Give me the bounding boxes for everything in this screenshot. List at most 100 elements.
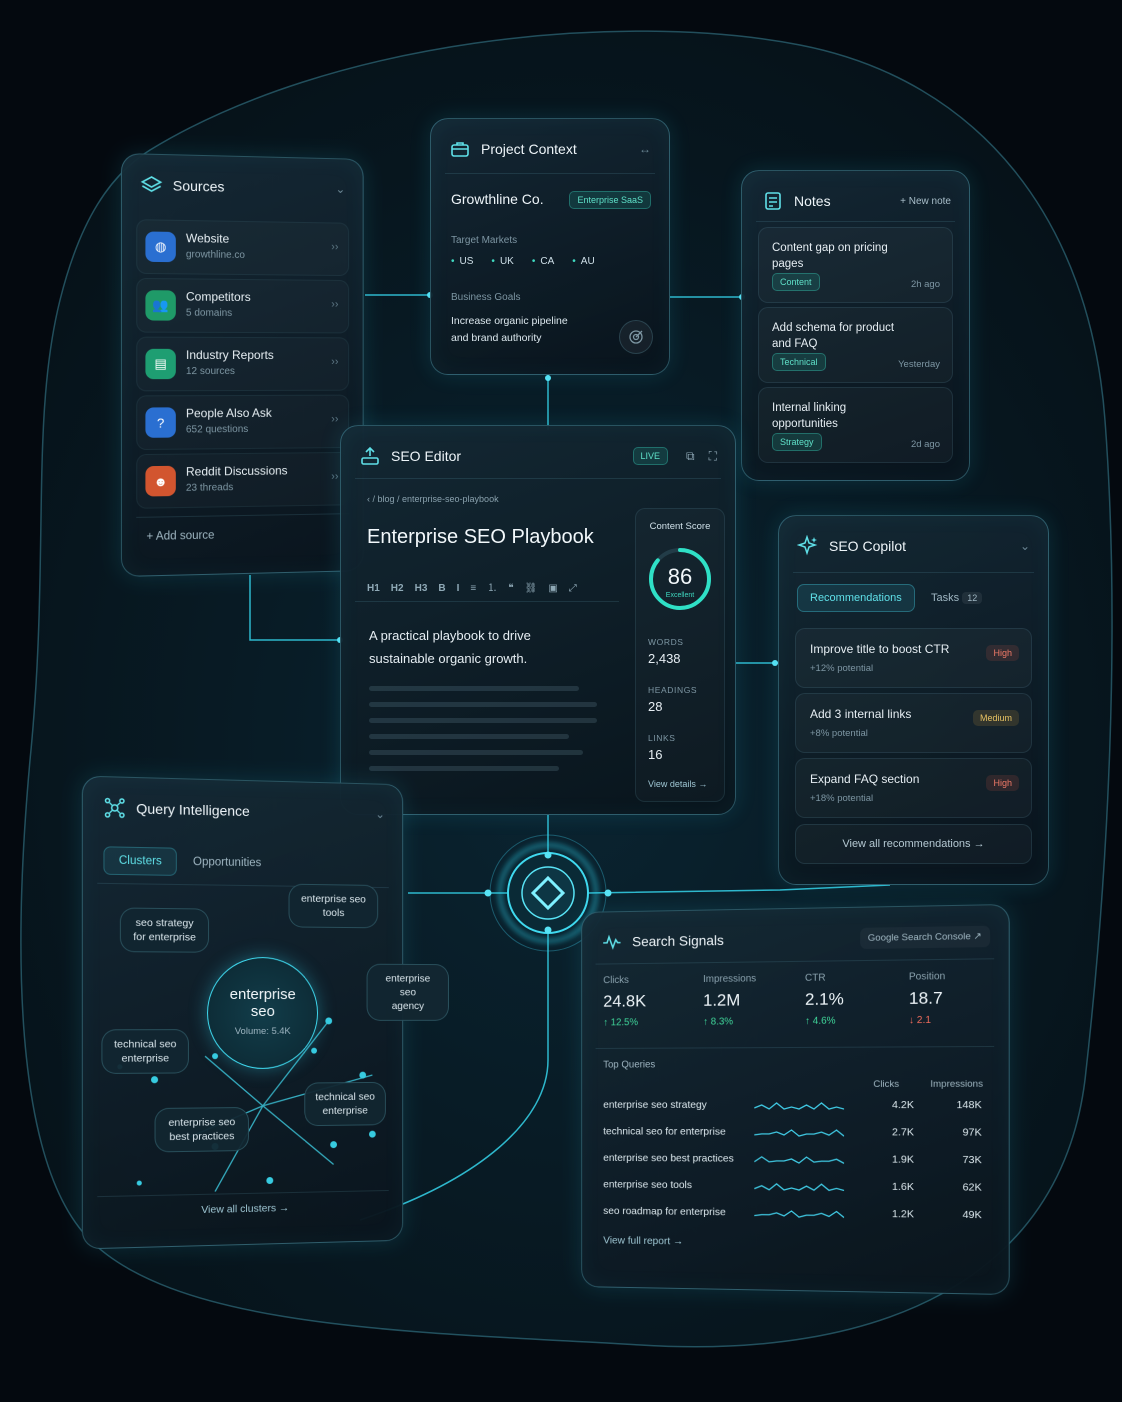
recommendation-card[interactable]: Improve title to boost CTR +12% potential… bbox=[795, 628, 1032, 688]
chevron-down-icon[interactable]: ⌄ bbox=[335, 182, 345, 196]
chevron-right-icon[interactable]: ›› bbox=[331, 299, 338, 311]
toolbar-button[interactable]: H2 bbox=[391, 583, 404, 594]
note-card[interactable]: Content gap on pricing pages Content 2h ago bbox=[758, 227, 953, 303]
recommendation-title: Add 3 internal links bbox=[810, 707, 912, 721]
network-icon bbox=[103, 796, 126, 819]
chevron-down-icon[interactable]: ⌄ bbox=[1020, 539, 1030, 553]
chevron-down-icon[interactable]: ⌄ bbox=[375, 807, 385, 821]
cluster-bubble[interactable]: enterprise seo tools bbox=[288, 883, 379, 929]
bullet-icon: • bbox=[572, 256, 576, 267]
chevron-right-icon[interactable]: ›› bbox=[331, 413, 338, 425]
cluster-center[interactable]: enterprise seo Volume: 5.4K bbox=[207, 956, 318, 1070]
sparkline bbox=[754, 1123, 844, 1143]
users-icon: 👥 bbox=[145, 290, 176, 321]
arrow-up-icon: ↑ bbox=[703, 1016, 711, 1028]
image-icon[interactable]: ▣ bbox=[548, 583, 557, 594]
source-item[interactable]: ? People Also Ask 652 questions ›› bbox=[136, 394, 350, 451]
add-source-button[interactable]: + Add source bbox=[146, 530, 214, 543]
new-note-button[interactable]: + New note bbox=[900, 196, 951, 207]
query-clicks: 1.2K bbox=[891, 1208, 914, 1221]
market-item: • US bbox=[451, 256, 473, 267]
arrow-right-icon: → bbox=[973, 838, 985, 850]
query-clicks: 4.2K bbox=[891, 1098, 914, 1112]
query-text: enterprise seo best practices bbox=[603, 1152, 734, 1165]
note-text: Add schema for product and FAQ bbox=[772, 320, 938, 352]
chevron-right-icon[interactable]: ›› bbox=[331, 356, 338, 368]
fullscreen-icon[interactable]: ⛶ bbox=[709, 449, 717, 464]
metric-label: Impressions bbox=[703, 973, 757, 985]
query-row[interactable]: enterprise seo strategy 4.2K 148K bbox=[603, 1093, 986, 1119]
toolbar-button[interactable]: H3 bbox=[415, 583, 428, 594]
cluster-label: enterprise seo bbox=[385, 972, 431, 999]
note-card[interactable]: Add schema for product and FAQ Technical Ye… bbox=[758, 307, 953, 383]
query-row[interactable]: enterprise seo tools 1.6K 62K bbox=[603, 1173, 986, 1202]
market-item: • UK bbox=[491, 256, 513, 267]
cluster-bubble[interactable]: technical seo enterprise bbox=[101, 1029, 189, 1075]
toolbar-button[interactable]: H1 bbox=[367, 583, 380, 594]
metric-delta: ↑ 8.3% bbox=[703, 1016, 756, 1027]
note-line: pages bbox=[772, 258, 804, 270]
cluster-bubble[interactable]: technical seo enterprise bbox=[304, 1081, 386, 1127]
chevron-right-icon[interactable]: ›› bbox=[331, 241, 338, 253]
tasks-count-badge: 12 bbox=[962, 592, 983, 604]
metric-delta: ↓ 2.1 bbox=[909, 1015, 945, 1026]
link-icon[interactable]: ⛓ bbox=[525, 583, 538, 594]
source-name: People Also Ask bbox=[185, 405, 272, 421]
toolbar-button[interactable]: B bbox=[438, 583, 445, 594]
document-title[interactable]: Enterprise SEO Playbook bbox=[367, 526, 594, 549]
recommendation-potential: +8% potential bbox=[810, 728, 868, 739]
query-impressions: 73K bbox=[962, 1153, 982, 1167]
tab-tasks[interactable]: Tasks 12 bbox=[931, 592, 983, 604]
notes-panel: Notes + New note Content gap on pricing p… bbox=[741, 170, 970, 481]
gsc-source-button[interactable]: Google Search Console ↗ bbox=[859, 925, 991, 949]
seo-editor-panel: SEO Editor LIVE ⧉ ⛶ ‹ / blog / enterpris… bbox=[340, 425, 736, 815]
pulse-icon bbox=[601, 931, 622, 953]
cluster-label: enterprise seo bbox=[168, 1116, 236, 1130]
source-item[interactable]: 👥 Competitors 5 domains ›› bbox=[136, 277, 350, 334]
expand-icon[interactable]: ⤢ bbox=[569, 583, 577, 594]
share-icon[interactable]: ⧉ bbox=[686, 449, 695, 464]
tab-clusters[interactable]: Clusters bbox=[103, 846, 178, 876]
query-row[interactable]: enterprise seo best practices 1.9K 73K bbox=[603, 1146, 986, 1174]
panel-title: SEO Editor bbox=[391, 448, 462, 464]
toolbar-button[interactable]: I bbox=[457, 583, 460, 594]
recommendation-card[interactable]: Expand FAQ section +18% potential High bbox=[795, 758, 1032, 818]
tab-opportunities[interactable]: Opportunities bbox=[193, 856, 261, 869]
view-all-clusters-link[interactable]: View all clusters → bbox=[83, 1200, 402, 1219]
cluster-bubble[interactable]: enterprise seo best practices bbox=[154, 1106, 249, 1153]
query-row[interactable]: seo roadmap for enterprise 1.2K 49K bbox=[603, 1199, 986, 1229]
source-item[interactable]: ◍ Website growthline.co ›› bbox=[136, 219, 350, 277]
stat-label: LINKS bbox=[648, 733, 676, 743]
metric-card: Clicks 24.8K ↑ 12.5% bbox=[603, 975, 646, 1028]
view-full-report-link[interactable]: View full report → bbox=[603, 1234, 683, 1247]
numbered-list-icon[interactable]: ⒈ bbox=[487, 583, 497, 594]
recommendation-card[interactable]: Add 3 internal links +8% potential Medium bbox=[795, 693, 1032, 753]
breadcrumb[interactable]: ‹ / blog / enterprise-seo-playbook bbox=[367, 494, 499, 504]
source-item[interactable]: ▤ Industry Reports 12 sources ›› bbox=[136, 336, 350, 392]
tab-recommendations[interactable]: Recommendations bbox=[797, 584, 915, 612]
target-icon[interactable] bbox=[619, 320, 653, 354]
body-text[interactable]: sustainable organic growth. bbox=[369, 647, 531, 670]
source-item[interactable]: ☻ Reddit Discussions 23 threads ›› bbox=[136, 451, 350, 509]
arrow-right-icon: → bbox=[673, 1235, 684, 1248]
cluster-bubble[interactable]: seo strategy for enterprise bbox=[119, 907, 210, 953]
bullet-icon: • bbox=[531, 256, 536, 267]
body-text[interactable]: A practical playbook to drive bbox=[369, 624, 531, 647]
cluster-volume: Volume: 5.4K bbox=[234, 1025, 291, 1038]
quote-icon[interactable]: ❝ bbox=[508, 583, 513, 594]
chevron-right-icon[interactable]: ›› bbox=[331, 471, 338, 483]
list-icon[interactable]: ≡ bbox=[470, 583, 476, 594]
cluster-label: enterprise bbox=[322, 1104, 368, 1118]
cluster-label: tools bbox=[322, 906, 345, 920]
panel-title: Notes bbox=[794, 193, 831, 209]
note-card[interactable]: Internal linking opportunities Strategy 2d … bbox=[758, 387, 953, 463]
cluster-center-label: enterprise bbox=[229, 985, 296, 1004]
query-row[interactable]: technical seo for enterprise 2.7K 97K bbox=[603, 1120, 986, 1147]
cluster-bubble[interactable]: enterprise seo agency bbox=[366, 963, 449, 1021]
expand-icon[interactable]: ↔ bbox=[639, 142, 651, 156]
score-rating: Excellent bbox=[666, 592, 694, 599]
view-details-link[interactable]: View details → bbox=[648, 779, 707, 789]
view-all-recommendations-button[interactable]: View all recommendations → bbox=[795, 824, 1032, 864]
source-name: Website bbox=[185, 231, 230, 246]
format-toolbar: H1 H2 H3 B I ≡ ⒈ ❝ ⛓ ▣ ⤢ bbox=[367, 578, 588, 596]
